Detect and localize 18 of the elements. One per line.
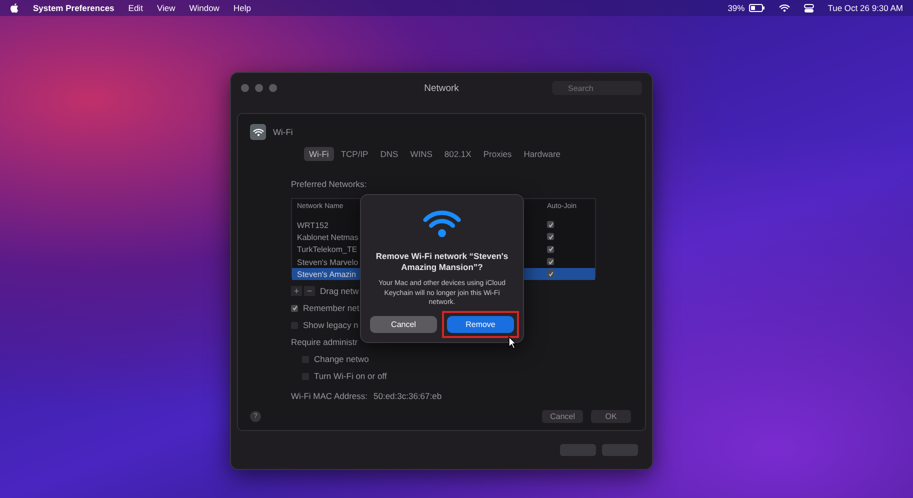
- checkbox-label: Turn Wi-Fi on or off: [314, 371, 387, 381]
- battery-percent: 39%: [728, 3, 745, 13]
- network-name: Kablonet Netmas: [297, 232, 360, 242]
- service-name: Wi-Fi: [273, 127, 293, 137]
- section-label: Preferred Networks:: [291, 179, 367, 189]
- mac-label: Wi-Fi MAC Address:: [291, 391, 368, 401]
- hint-text: Drag netw: [320, 286, 359, 296]
- network-name: TurkTelekom_TE: [297, 245, 358, 254]
- dialog-title: Remove Wi-Fi network “Steven's Amazing Mansion”?: [374, 251, 510, 274]
- section-label: Require administr: [291, 337, 358, 347]
- network-name: WRT152: [297, 220, 330, 230]
- checkbox-label: Show legacy n: [303, 320, 358, 330]
- window-title: Network: [424, 82, 459, 94]
- checkbox-label: Remember net: [303, 303, 360, 313]
- network-name: Steven's Amazin: [297, 270, 357, 279]
- mac-value: 50:ed:3c:36:67:eb: [374, 391, 442, 401]
- menu-clock: Tue Oct 26 9:30 AM: [828, 3, 903, 13]
- checkbox-label: Change netwo: [314, 354, 369, 364]
